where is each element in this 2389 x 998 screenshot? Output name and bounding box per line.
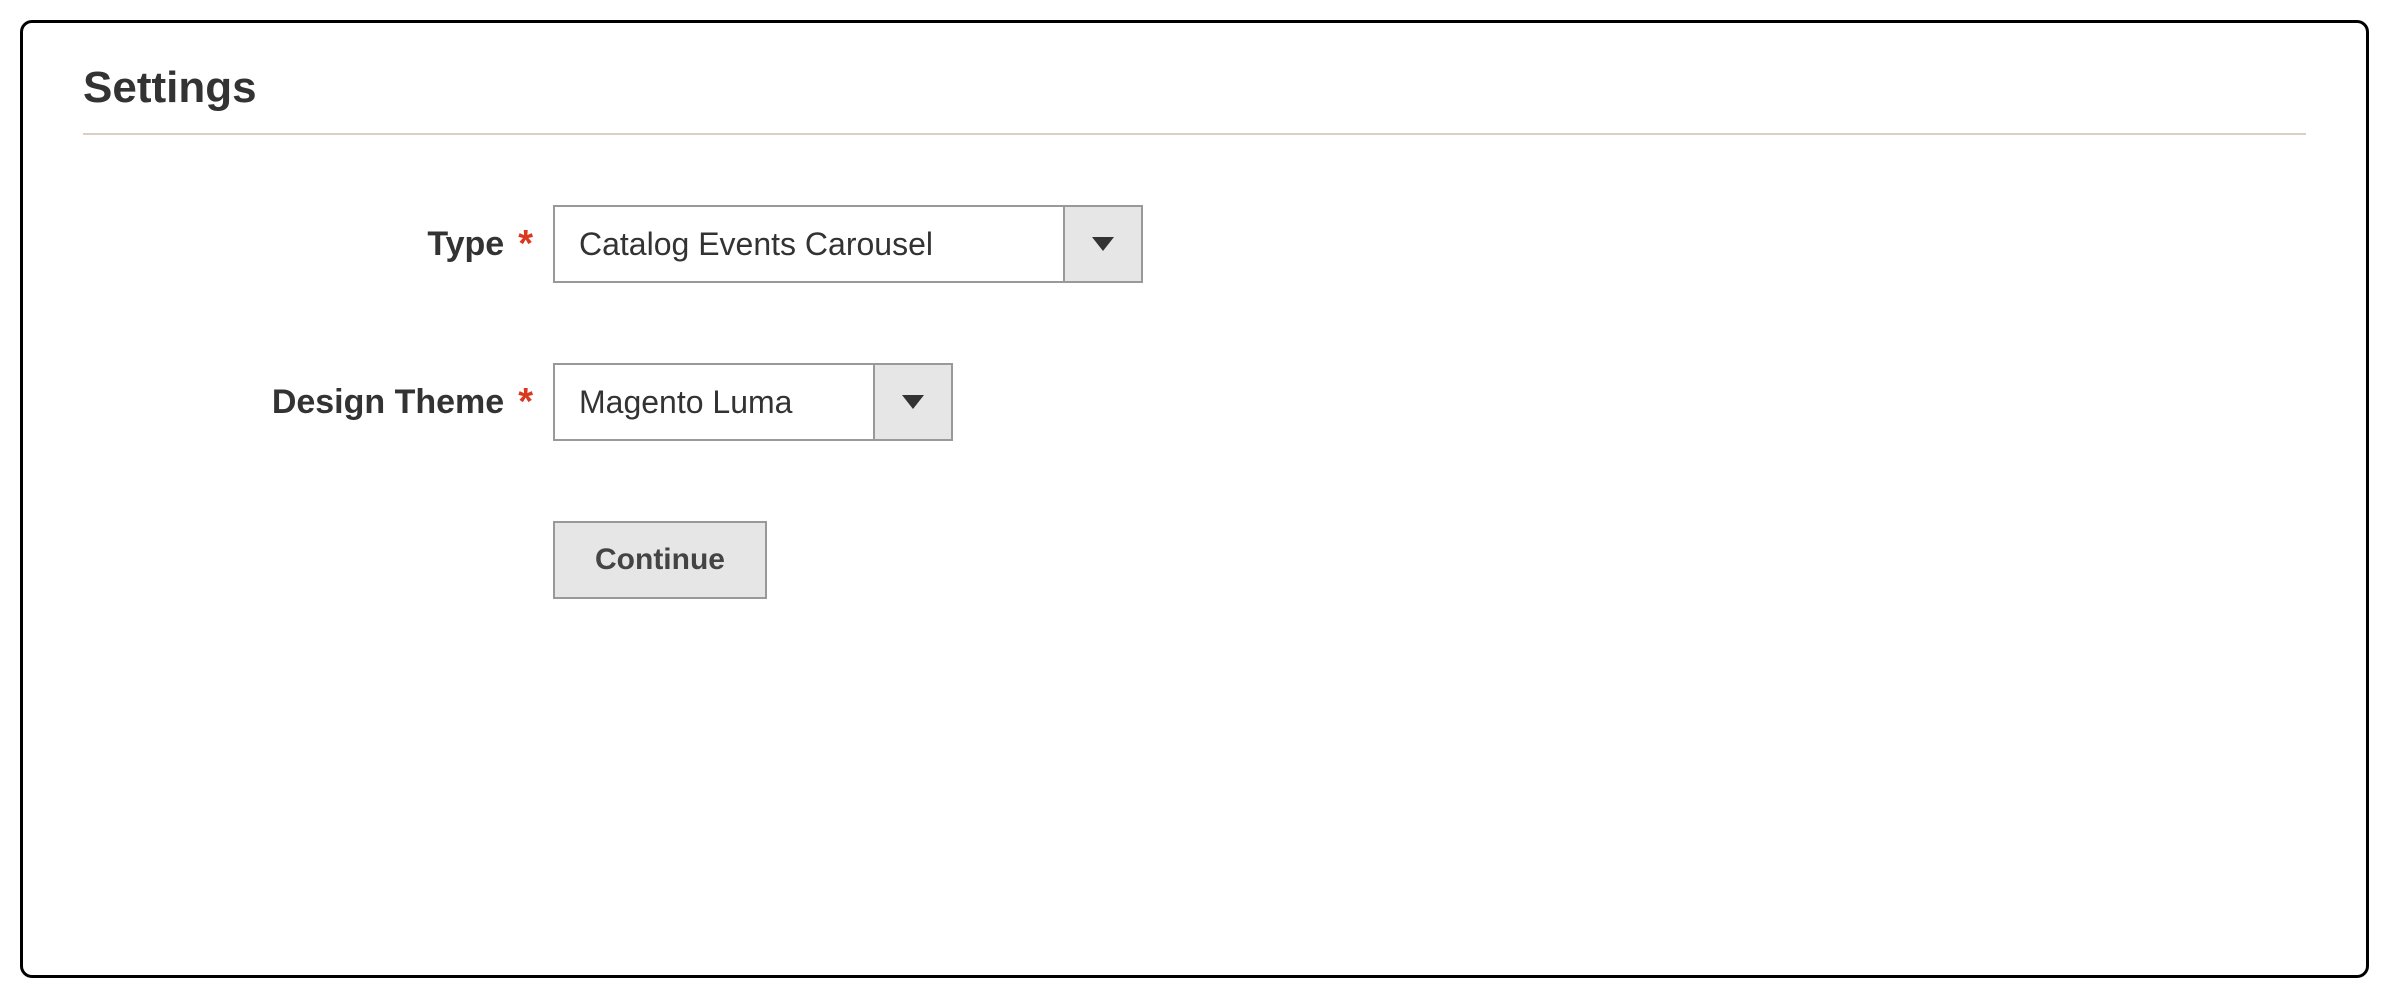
type-select-value: Catalog Events Carousel	[555, 207, 1063, 281]
type-select[interactable]: Catalog Events Carousel	[553, 205, 1143, 283]
section-title: Settings	[83, 63, 2306, 135]
design-theme-select[interactable]: Magento Luma	[553, 363, 953, 441]
type-label-col: Type *	[83, 223, 553, 266]
type-select-arrow[interactable]	[1063, 207, 1141, 281]
design-theme-control: Magento Luma	[553, 363, 953, 441]
actions-control: Continue	[553, 521, 767, 599]
design-theme-label-col: Design Theme *	[83, 381, 553, 424]
type-control: Catalog Events Carousel	[553, 205, 1143, 283]
required-mark-icon: *	[518, 223, 533, 266]
design-theme-label: Design Theme	[272, 383, 504, 422]
design-theme-select-value: Magento Luma	[555, 365, 873, 439]
chevron-down-icon	[1092, 237, 1114, 251]
type-row: Type * Catalog Events Carousel	[83, 205, 2306, 283]
chevron-down-icon	[902, 395, 924, 409]
required-mark-icon: *	[518, 381, 533, 424]
settings-panel: Settings Type * Catalog Events Carousel …	[20, 20, 2369, 978]
design-theme-select-arrow[interactable]	[873, 365, 951, 439]
design-theme-row: Design Theme * Magento Luma	[83, 363, 2306, 441]
continue-button[interactable]: Continue	[553, 521, 767, 599]
type-label: Type	[427, 225, 504, 264]
actions-row: Continue	[83, 521, 2306, 599]
